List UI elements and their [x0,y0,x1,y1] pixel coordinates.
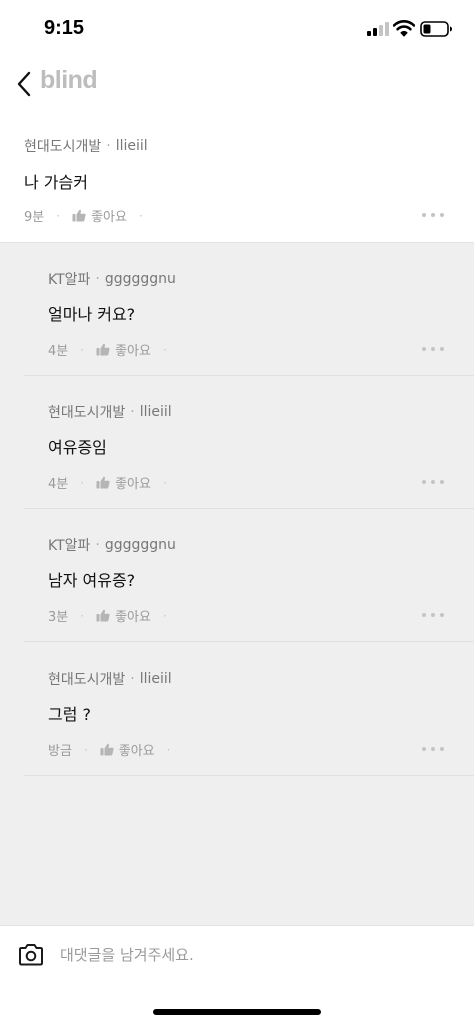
more-options-button[interactable] [422,744,444,754]
reply-input[interactable] [60,940,450,970]
action-separator: · [80,475,85,490]
like-label: 좋아요 [118,744,155,759]
thumbs-up-icon [100,743,114,756]
reply-meta: 현대도시개발 · llieiil [48,402,172,422]
status-bar: 9:15 [0,0,474,58]
battery-icon [420,21,452,37]
wifi-icon [393,20,415,37]
username: ggggggnu [104,271,176,287]
home-indicator [153,1009,321,1015]
action-separator: · [162,475,167,490]
like-button[interactable]: 좋아요 [96,340,151,359]
action-separator: · [138,208,143,223]
company-name: 현대도시개발 [24,139,102,155]
action-separator: · [80,342,85,357]
action-separator: · [80,608,85,623]
like-label: 좋아요 [115,477,151,492]
reply-time: 4분 [48,477,69,492]
thumbs-up-icon [96,476,110,489]
reply-meta: KT알파 · ggggggnu [48,535,176,555]
reply-item: 현대도시개발 · llieiil 여유증임 4분 · 좋아요 · [24,376,474,509]
meta-separator: · [130,671,135,687]
status-time: 9:15 [44,17,85,39]
action-separator: · [83,742,88,757]
more-horizontal-icon [422,347,426,351]
comment-time: 9분 [24,210,45,225]
like-button[interactable]: 좋아요 [72,206,127,225]
thumbs-up-icon [96,343,110,356]
reply-actions: 3분 · 좋아요 · [48,606,179,626]
like-label: 좋아요 [115,344,151,359]
more-options-button[interactable] [422,344,444,354]
more-horizontal-icon [422,480,426,484]
like-label: 좋아요 [115,610,151,625]
reply-time: 3분 [48,610,69,625]
reply-time: 4분 [48,344,69,359]
reply-actions: 4분 · 좋아요 · [48,340,179,360]
username: ggggggnu [104,537,176,553]
like-label: 좋아요 [91,210,127,225]
action-separator: · [56,208,61,223]
username: llieiil [139,671,172,687]
company-name: KT알파 [48,538,91,554]
company-name: KT알파 [48,272,91,288]
comment-text: 나 가슴커 [24,173,88,192]
more-horizontal-icon [422,613,426,617]
meta-separator: · [95,537,100,553]
thumbs-up-icon [72,209,86,222]
company-name: 현대도시개발 [48,672,126,688]
chevron-left-icon[interactable] [14,70,36,98]
reply-text: 얼마나 커요? [48,305,136,324]
reply-text: 여유증임 [48,438,107,457]
navigation-bar: blind [0,58,474,114]
reply-actions: 4분 · 좋아요 · [48,473,179,493]
reply-text: 남자 여유증? [48,571,136,590]
username: llieiil [115,138,148,154]
meta-separator: · [95,271,100,287]
meta-separator: · [106,138,111,154]
thumbs-up-icon [96,609,110,622]
company-name: 현대도시개발 [48,405,126,421]
more-horizontal-icon [422,213,426,217]
username: llieiil [139,404,172,420]
reply-time: 방금 [48,744,72,759]
parent-comment: 현대도시개발 · llieiil 나 가슴커 9분 · 좋아요 · [0,114,474,242]
brand-logo: blind [40,66,98,94]
reply-item: 현대도시개발 · llieiil 그럼 ? 방금 · 좋아요 · [24,643,474,776]
more-options-button[interactable] [422,610,444,620]
meta-separator: · [130,404,135,420]
comment-actions: 9분 · 좋아요 · [24,206,155,226]
action-separator: · [162,608,167,623]
reply-item: KT알파 · ggggggnu 얼마나 커요? 4분 · 좋아요 · [24,243,474,376]
more-options-button[interactable] [422,477,444,487]
reply-composer [0,925,474,1025]
more-options-button[interactable] [422,210,444,220]
like-button[interactable]: 좋아요 [96,473,151,492]
action-separator: · [166,742,171,757]
like-button[interactable]: 좋아요 [96,606,151,625]
reply-item: KT알파 · ggggggnu 남자 여유증? 3분 · 좋아요 · [24,509,474,642]
more-horizontal-icon [422,747,426,751]
reply-meta: 현대도시개발 · llieiil [48,669,172,689]
comment-meta: 현대도시개발 · llieiil [24,136,148,156]
camera-icon[interactable] [17,943,45,967]
reply-list: KT알파 · ggggggnu 얼마나 커요? 4분 · 좋아요 · 현대도시개… [0,242,474,925]
like-button[interactable]: 좋아요 [100,740,155,759]
cellular-signal-icon [367,22,389,36]
action-separator: · [162,342,167,357]
reply-meta: KT알파 · ggggggnu [48,269,176,289]
reply-actions: 방금 · 좋아요 · [48,740,182,760]
reply-text: 그럼 ? [48,705,92,724]
